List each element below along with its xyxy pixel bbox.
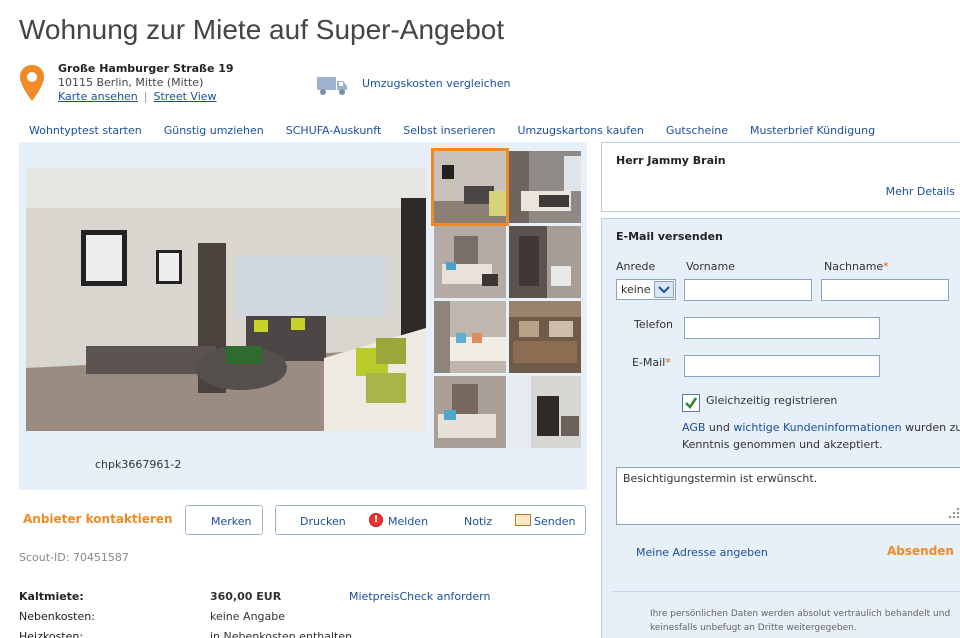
thumbnail[interactable]	[509, 301, 581, 373]
page-title: Wohnung zur Miete auf Super-Angebot	[19, 14, 505, 45]
thumbnail[interactable]	[509, 376, 581, 448]
last-name-field[interactable]	[821, 279, 949, 301]
report-icon[interactable]: !	[369, 513, 383, 527]
nav-item[interactable]: Selbst inserieren	[403, 124, 495, 137]
link-separator: |	[143, 90, 148, 103]
nav-item[interactable]: Umzugskartons kaufen	[518, 124, 644, 137]
rent-check-link[interactable]: MietpreisCheck anfordern	[349, 590, 490, 603]
detail-row: Nebenkosten: keine Angabe	[19, 610, 579, 628]
send-button[interactable]: Senden	[534, 515, 575, 528]
last-name-label: Nachname*	[824, 260, 889, 273]
action-bar: Anbieter kontaktieren Merken Drucken ! M…	[19, 505, 587, 537]
privacy-note: Ihre persönlichen Daten werden absolut v…	[650, 609, 951, 633]
streetview-link[interactable]: Street View	[154, 90, 217, 103]
detail-row: Kaltmiete: 360,00 EUR MietpreisCheck anf…	[19, 590, 579, 608]
nav-item[interactable]: Günstig umziehen	[164, 124, 264, 137]
detail-value: 360,00 EUR	[210, 590, 282, 603]
salutation-label: Anrede	[616, 260, 656, 273]
message-text: Besichtigungstermin ist erwünscht.	[623, 472, 818, 485]
terms-text: AGB und wichtige Kundeninformationen wur…	[682, 421, 960, 451]
salutation-select[interactable]: keine	[616, 279, 676, 300]
nav-item[interactable]: Musterbrief Kündigung	[750, 124, 875, 137]
customer-info-link[interactable]: wichtige Kundeninformationen	[733, 421, 901, 434]
thumbnail[interactable]	[509, 226, 581, 298]
register-checkbox[interactable]	[682, 394, 700, 412]
city-address: 10115 Berlin, Mitte (Mitte)	[58, 76, 204, 89]
email-form-title: E-Mail versenden	[616, 230, 723, 243]
more-details-link[interactable]: Mehr Details	[886, 185, 955, 198]
scout-id: Scout-ID: 70451587	[19, 551, 129, 564]
thumbnail[interactable]	[431, 148, 509, 226]
detail-value: keine Angabe	[210, 610, 286, 623]
photo-gallery: chpk3667961-2	[19, 142, 587, 490]
nav-item[interactable]: SCHUFA-Auskunft	[286, 124, 382, 137]
chevron-down-icon	[654, 281, 674, 298]
first-name-field[interactable]	[684, 279, 812, 301]
register-label: Gleichzeitig registrieren	[706, 394, 838, 407]
agb-link[interactable]: AGB	[682, 421, 705, 434]
phone-label: Telefon	[634, 318, 674, 331]
contact-provider-button[interactable]: Anbieter kontaktieren	[23, 512, 173, 526]
provider-panel: Herr Jammy Brain Mehr Details	[601, 142, 960, 212]
print-button[interactable]: Drucken	[300, 515, 346, 528]
add-address-link[interactable]: Meine Adresse angeben	[636, 546, 768, 559]
nav-item[interactable]: Wohntyptest starten	[29, 124, 142, 137]
note-button[interactable]: Notiz	[464, 515, 492, 528]
street-address: Große Hamburger Straße 19	[58, 62, 234, 75]
mail-send-icon[interactable]	[515, 514, 531, 526]
nav-item[interactable]: Gutscheine	[666, 124, 728, 137]
top-nav: Wohntyptest starten Günstig umziehen SCH…	[29, 124, 897, 137]
map-link[interactable]: Karte ansehen	[58, 90, 138, 103]
tools-button-group: Drucken ! Melden Notiz Senden	[275, 505, 586, 535]
save-label: Merken	[211, 515, 252, 528]
message-field[interactable]: Besichtigungstermin ist erwünscht.	[616, 467, 960, 525]
moving-costs-link[interactable]: Umzugskosten vergleichen	[362, 77, 510, 90]
truck-icon[interactable]	[316, 74, 348, 96]
checkmark-icon	[685, 397, 698, 409]
photo-id: chpk3667961-2	[95, 458, 182, 471]
save-button[interactable]: Merken	[185, 505, 263, 535]
thumbnail[interactable]	[434, 376, 506, 448]
report-button[interactable]: Melden	[388, 515, 428, 528]
resize-grip-icon[interactable]	[947, 506, 960, 520]
email-field[interactable]	[684, 355, 880, 377]
detail-label: Heizkosten:	[19, 630, 84, 638]
submit-button[interactable]: Absenden	[887, 544, 954, 558]
detail-value: in Nebenkosten enthalten	[210, 630, 353, 638]
phone-field[interactable]	[684, 317, 880, 339]
email-label: E-Mail*	[632, 356, 671, 369]
detail-label: Nebenkosten:	[19, 610, 95, 623]
detail-row: Heizkosten: in Nebenkosten enthalten	[19, 630, 579, 638]
salutation-value: keine	[621, 283, 651, 296]
first-name-label: Vorname	[686, 260, 735, 273]
divider	[612, 591, 960, 592]
detail-label: Kaltmiete:	[19, 590, 84, 603]
thumbnail[interactable]	[434, 226, 506, 298]
main-photo[interactable]	[26, 168, 426, 431]
thumbnail[interactable]	[509, 151, 581, 223]
email-form-panel: E-Mail versenden Anrede Vorname Nachname…	[601, 218, 960, 638]
map-pin-icon	[20, 65, 44, 101]
thumbnail[interactable]	[434, 301, 506, 373]
provider-name: Herr Jammy Brain	[616, 154, 726, 167]
